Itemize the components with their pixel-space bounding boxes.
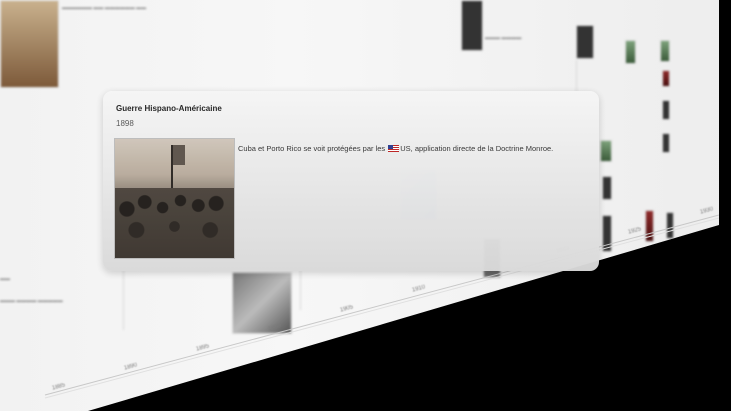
popup-photo[interactable] bbox=[114, 138, 235, 259]
description-text-end: US, application directe de la Doctrine M… bbox=[400, 144, 554, 153]
description-text-start: Cuba et Porto Rico se voit protégées par… bbox=[238, 144, 388, 153]
event-popup-card[interactable]: Guerre Hispano-Américaine 1898 Cuba et P… bbox=[103, 91, 599, 271]
popup-date: 1898 bbox=[116, 119, 134, 128]
popup-title: Guerre Hispano-Américaine bbox=[116, 104, 222, 113]
photo-flag bbox=[173, 145, 185, 165]
popup-description: Cuba et Porto Rico se voit protégées par… bbox=[238, 144, 553, 153]
photo-soldiers bbox=[115, 188, 234, 258]
us-flag-icon bbox=[388, 145, 400, 152]
